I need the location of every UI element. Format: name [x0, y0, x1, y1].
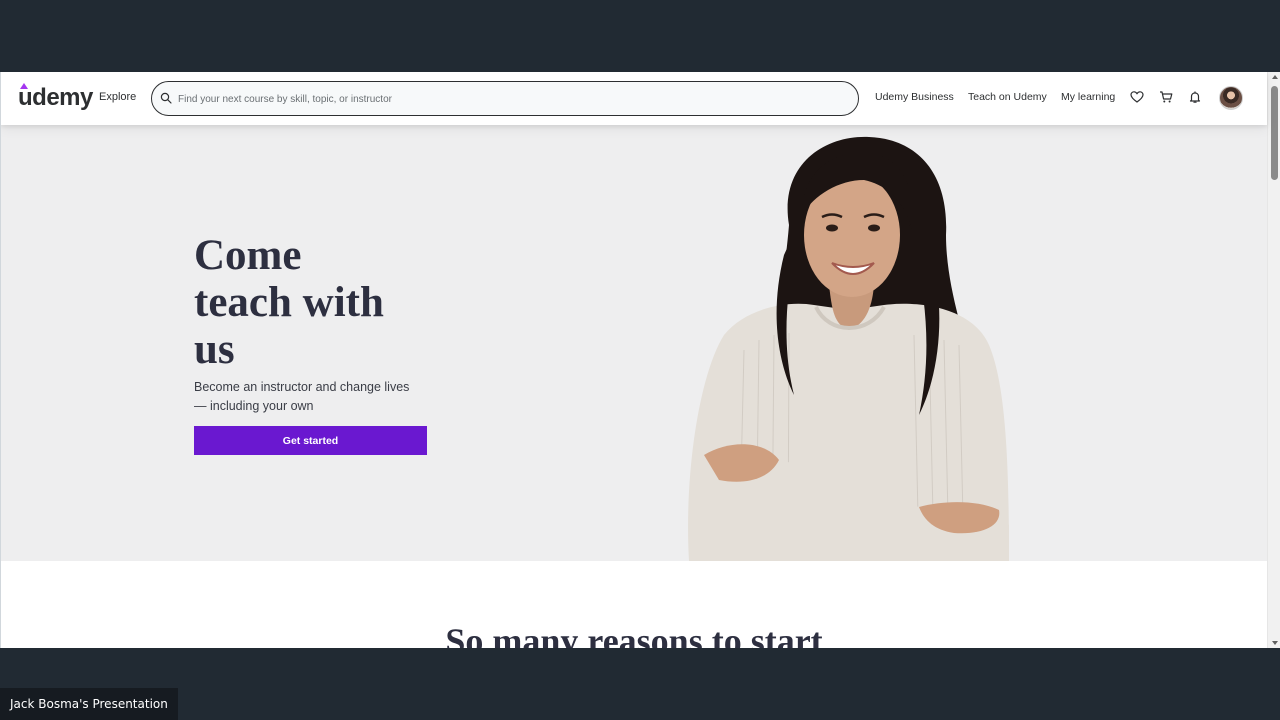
logo-text: udemy: [18, 84, 93, 111]
my-learning-link[interactable]: My learning: [1061, 91, 1115, 103]
hero-title-line: teach with: [194, 279, 384, 326]
user-avatar[interactable]: [1219, 86, 1243, 110]
scroll-up-arrow-icon[interactable]: [1272, 75, 1278, 79]
hero-subtitle-line: Become an instructor and change lives: [194, 380, 410, 394]
bell-icon[interactable]: [1188, 90, 1202, 104]
search-bar[interactable]: [151, 81, 859, 116]
cart-icon[interactable]: [1159, 90, 1173, 104]
search-input[interactable]: [178, 90, 838, 108]
hero-title-line: us: [194, 326, 235, 373]
page-scrollbar[interactable]: [1267, 72, 1280, 648]
heart-icon[interactable]: [1130, 90, 1144, 104]
instructor-portrait-image: [688, 136, 1009, 561]
logo-hat-icon: [20, 83, 28, 89]
hero-banner: Come teach with us Become an instructor …: [1, 125, 1267, 561]
scroll-down-arrow-icon[interactable]: [1272, 641, 1278, 645]
explore-menu[interactable]: Explore: [99, 91, 136, 103]
site-header: udemy Explore Udemy Business Teach on Ud…: [1, 72, 1267, 125]
hero-title: Come teach with us: [194, 232, 434, 373]
browser-viewport: udemy Explore Udemy Business Teach on Ud…: [0, 72, 1280, 648]
teach-on-udemy-link[interactable]: Teach on Udemy: [968, 91, 1047, 103]
presenter-label: Jack Bosma's Presentation: [0, 688, 178, 720]
reasons-heading: So many reasons to start: [445, 621, 823, 648]
hero-subtitle: Become an instructor and change lives — …: [194, 378, 434, 416]
hero-subtitle-line: — including your own: [194, 399, 314, 413]
udemy-business-link[interactable]: Udemy Business: [875, 91, 954, 103]
scroll-thumb[interactable]: [1271, 86, 1278, 180]
hero-title-line: Come: [194, 232, 302, 279]
udemy-logo[interactable]: udemy: [18, 83, 93, 112]
get-started-button[interactable]: Get started: [194, 426, 427, 455]
search-icon: [160, 92, 172, 104]
